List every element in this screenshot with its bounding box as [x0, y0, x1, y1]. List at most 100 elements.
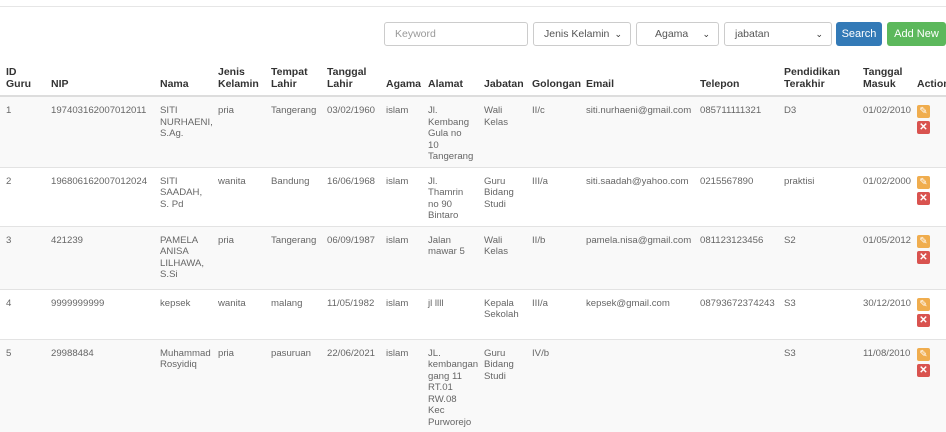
gender-select[interactable]: Jenis Kelamin ⌄	[533, 22, 631, 46]
col-header-telepon[interactable]: Telepon	[694, 58, 778, 97]
cell-tanggal-masuk: 01/02/2010	[857, 95, 911, 167]
cell-golongan: II/b	[526, 225, 580, 289]
table-row: 4 9999999999 kepsek wanita malang 11/05/…	[0, 288, 946, 339]
cell-golongan: III/a	[526, 166, 580, 226]
cell-actions: ✎ ✕	[911, 166, 946, 226]
cell-nip: 9999999999	[45, 288, 154, 339]
col-header-id[interactable]: ID Guru	[0, 58, 45, 97]
col-header-nip[interactable]: NIP	[45, 58, 154, 97]
cell-tanggal-lahir: 16/06/1968	[321, 166, 380, 226]
table-row: 3 421239 PAMELA ANISA LILHAWA, S.Si pria…	[0, 225, 946, 289]
delete-icon[interactable]: ✕	[917, 121, 930, 134]
cell-id: 1	[0, 95, 45, 167]
religion-select-value: Agama	[655, 28, 689, 40]
col-header-tanggal-lahir[interactable]: Tanggal Lahir	[321, 58, 380, 97]
delete-icon[interactable]: ✕	[917, 191, 930, 205]
cell-email: pamela.nisa@gmail.com	[580, 225, 694, 289]
cell-telepon	[694, 338, 778, 432]
cell-jabatan: Wali Kelas	[478, 95, 526, 167]
position-select-value: jabatan	[735, 28, 770, 40]
cell-email: siti.nurhaeni@gmail.com	[580, 95, 694, 167]
cell-tanggal-masuk: 30/12/2010	[857, 288, 911, 339]
edit-icon[interactable]: ✎	[917, 347, 930, 361]
chevron-down-icon: ⌄	[815, 29, 823, 39]
delete-icon[interactable]: ✕	[917, 363, 930, 377]
cell-jenis-kelamin: pria	[212, 95, 265, 167]
col-header-tanggal-masuk[interactable]: Tanggal Masuk	[857, 58, 911, 97]
cell-actions: ✎ ✕	[911, 338, 946, 432]
cell-jenis-kelamin: pria	[212, 225, 265, 289]
table-row: 5 29988484 Muhammad Rosyidiq pria pasuru…	[0, 338, 946, 432]
col-header-golongan[interactable]: Golongan	[526, 58, 581, 97]
cell-email	[580, 338, 694, 432]
col-header-alamat[interactable]: Alamat	[422, 58, 478, 97]
cell-golongan: IV/b	[526, 338, 580, 432]
cell-nama: kepsek	[154, 288, 212, 339]
cell-tempat-lahir: pasuruan	[265, 338, 321, 432]
cell-golongan: II/c	[526, 95, 580, 167]
search-button[interactable]: Search	[836, 22, 882, 46]
cell-email: siti.saadah@yahoo.com	[580, 166, 694, 226]
col-header-jenis-kelamin[interactable]: Jenis Kelamin	[212, 58, 265, 97]
delete-icon[interactable]: ✕	[917, 313, 930, 327]
cell-tanggal-lahir: 03/02/1960	[321, 95, 380, 167]
cell-actions: ✎ ✕	[911, 95, 946, 167]
cell-agama: islam	[380, 338, 422, 432]
add-new-button[interactable]: Add New	[887, 22, 946, 46]
cell-id: 2	[0, 166, 45, 226]
cell-pendidikan: praktisi	[778, 166, 857, 226]
cell-golongan: III/a	[526, 288, 580, 339]
cell-pendidikan: S3	[778, 338, 857, 432]
filter-toolbar: Keyword Jenis Kelamin ⌄ Agama ⌄ jabatan …	[0, 22, 946, 47]
cell-nama: SITI SAADAH, S. Pd	[154, 166, 212, 226]
table-header-row: ID Guru NIP Nama Jenis Kelamin Tempat La…	[0, 58, 946, 97]
col-header-nama[interactable]: Nama	[154, 58, 212, 97]
cell-nip: 197403162007012011	[45, 95, 154, 167]
col-header-tempat-lahir[interactable]: Tempat Lahir	[265, 58, 321, 97]
cell-tempat-lahir: Tangerang	[265, 95, 321, 167]
edit-icon[interactable]: ✎	[917, 175, 930, 189]
cell-tanggal-masuk: 01/05/2012	[857, 225, 911, 289]
cell-telepon: 081123123456	[694, 225, 778, 289]
chevron-down-icon: ⌄	[702, 29, 710, 39]
keyword-placeholder: Keyword	[395, 28, 436, 40]
cell-jenis-kelamin: pria	[212, 338, 265, 432]
cell-actions: ✎ ✕	[911, 225, 946, 289]
cell-alamat: jl llll	[422, 288, 478, 339]
edit-icon[interactable]: ✎	[917, 105, 930, 118]
cell-tanggal-lahir: 11/05/1982	[321, 288, 380, 339]
table-row: 1 197403162007012011 SITI NURHAENI, S.Ag…	[0, 95, 946, 167]
cell-id: 4	[0, 288, 45, 339]
col-header-pendidikan[interactable]: Pendidikan Terakhir	[778, 58, 857, 97]
cell-nama: SITI NURHAENI, S.Ag.	[154, 95, 213, 167]
cell-jabatan: Wali Kelas	[478, 225, 526, 289]
gender-select-value: Jenis Kelamin	[544, 28, 610, 40]
cell-jabatan: Kepala Sekolah	[478, 288, 526, 339]
cell-tanggal-lahir: 22/06/2021	[321, 338, 380, 432]
keyword-input[interactable]: Keyword	[384, 22, 528, 46]
cell-actions: ✎ ✕	[911, 288, 946, 339]
cell-tanggal-masuk: 01/02/2000	[857, 166, 911, 226]
cell-telepon: 08793672374243	[694, 288, 778, 339]
position-select[interactable]: jabatan ⌄	[724, 22, 832, 46]
religion-select[interactable]: Agama ⌄	[636, 22, 719, 46]
cell-nip: 196806162007012024	[45, 166, 154, 226]
col-header-jabatan[interactable]: Jabatan	[478, 58, 526, 97]
cell-tempat-lahir: malang	[265, 288, 321, 339]
edit-icon[interactable]: ✎	[917, 234, 930, 248]
cell-email: kepsek@gmail.com	[580, 288, 694, 339]
col-header-email[interactable]: Email	[580, 58, 694, 97]
cell-agama: islam	[380, 95, 422, 167]
cell-alamat: Jl. Kembang Gula no 10 Tangerang	[422, 95, 478, 167]
top-divider	[0, 6, 946, 7]
cell-id: 3	[0, 225, 45, 289]
cell-nama: PAMELA ANISA LILHAWA, S.Si	[154, 225, 212, 289]
edit-icon[interactable]: ✎	[917, 297, 930, 311]
cell-tanggal-masuk: 11/08/2010	[857, 338, 911, 432]
col-header-agama[interactable]: Agama	[380, 58, 422, 97]
cell-agama: islam	[380, 166, 422, 226]
teacher-table: ID Guru NIP Nama Jenis Kelamin Tempat La…	[0, 58, 946, 432]
cell-pendidikan: S2	[778, 225, 857, 289]
delete-icon[interactable]: ✕	[917, 250, 930, 264]
cell-alamat: JL. kembangan gang 11 RT.01 RW.08 Kec Pu…	[422, 338, 478, 432]
